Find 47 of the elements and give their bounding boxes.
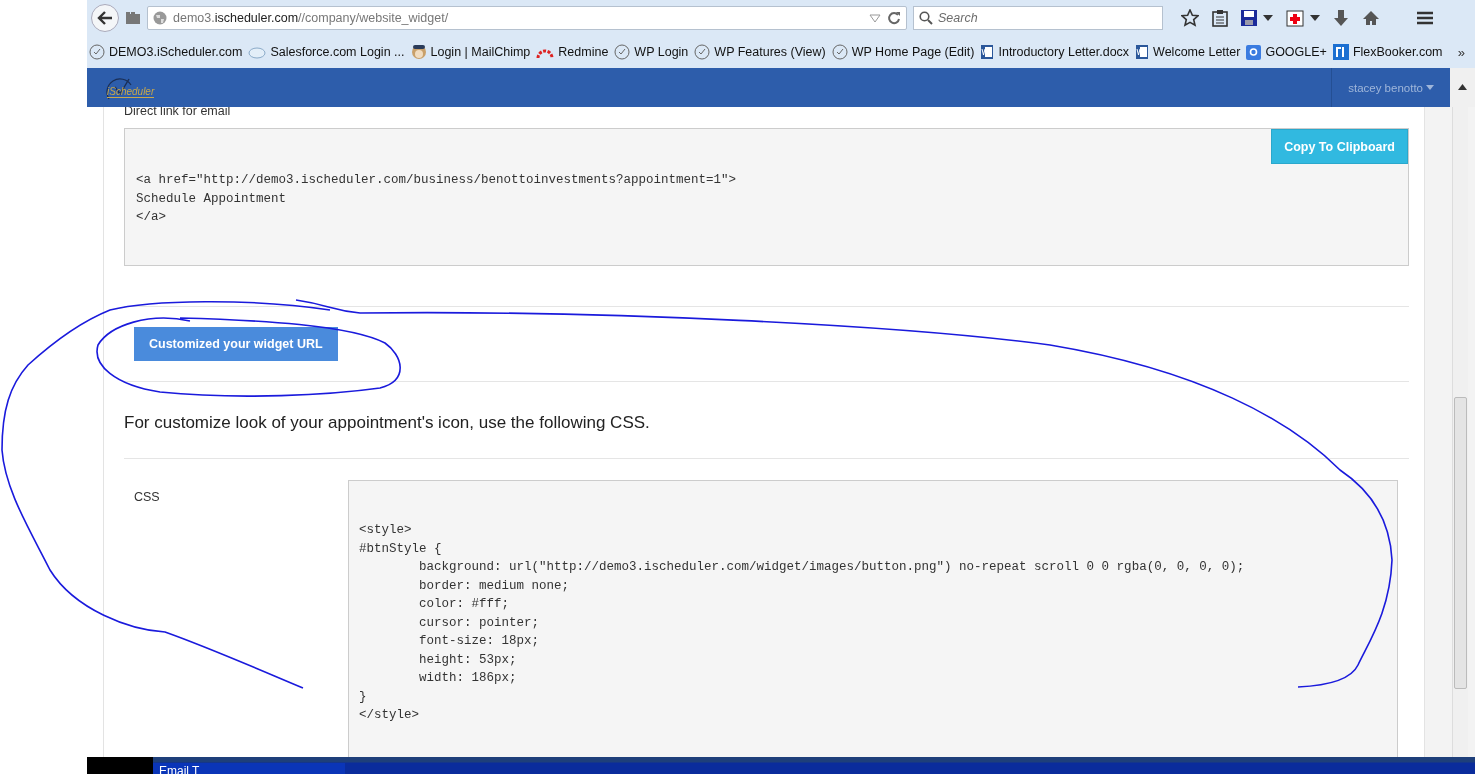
- square-logo-icon: [1332, 44, 1349, 60]
- home-icon[interactable]: [1362, 10, 1380, 26]
- bookmark-item[interactable]: WP Login: [614, 44, 689, 60]
- first-aid-kit-icon[interactable]: [1286, 9, 1304, 27]
- section-heading: For customize look of your appointment's icon, use the following CSS.: [124, 412, 651, 434]
- globe-icon: [153, 11, 167, 25]
- cloud-icon: [248, 45, 267, 59]
- star-icon[interactable]: [1181, 9, 1199, 27]
- taskbar-start-area: [87, 757, 153, 774]
- scroll-up-arrow-icon[interactable]: [1458, 84, 1467, 90]
- app-tile-icon: [1246, 44, 1262, 60]
- caret-icon[interactable]: [1263, 15, 1273, 21]
- dropdown-triangle-icon[interactable]: [869, 13, 881, 23]
- clock-icon: [831, 44, 848, 60]
- monkey-face-icon: [410, 44, 427, 60]
- reload-icon[interactable]: [887, 11, 901, 25]
- bookmark-item[interactable]: Redmine: [536, 45, 609, 59]
- clipboard-list-icon[interactable]: [1212, 9, 1228, 27]
- tab-grid-icon[interactable]: [125, 11, 141, 25]
- document-icon: [980, 44, 995, 60]
- clock-icon: [614, 44, 631, 60]
- bookmark-item[interactable]: Salesforce.com Login ...: [248, 45, 405, 59]
- bookmarks-overflow-button[interactable]: »: [1457, 44, 1473, 60]
- clock-icon: [89, 44, 105, 60]
- bookmark-item[interactable]: WP Features (View): [694, 44, 826, 60]
- bookmark-item[interactable]: GOOGLE+: [1246, 44, 1327, 60]
- url-field[interactable]: demo3.ischeduler.com//company/website_widget/: [147, 6, 907, 30]
- document-icon: [1135, 44, 1150, 60]
- caret-icon: [1426, 85, 1434, 90]
- back-button[interactable]: [91, 4, 119, 32]
- search-field[interactable]: Search: [913, 6, 1163, 30]
- bookmark-item[interactable]: Introductory Letter.docx: [980, 44, 1130, 60]
- bookmark-item[interactable]: Login | MailChimp: [410, 44, 531, 60]
- search-icon: [919, 11, 933, 25]
- bookmark-item[interactable]: FlexBooker.com: [1332, 44, 1443, 60]
- code-text: <a href="http://demo3.ischeduler.com/business/benottoinvestments?appointment=1"> Schedule Appointment </a>: [136, 172, 738, 226]
- left-arrow-icon: [97, 11, 113, 25]
- caret-icon[interactable]: [1310, 15, 1320, 21]
- download-arrow-icon[interactable]: [1333, 9, 1349, 27]
- clock-icon: [694, 44, 711, 60]
- logo-text: iScheduler: [107, 85, 155, 98]
- code-text: <style> #btnStyle { background: url("http://demo3.ischeduler.com/widget/images/button.png") no-repeat scroll 0 0 rgba(0, 0, 0, 0); border: medium none; color: #fff; cursor: pointer; font-size: 18px; height: 53px; width: 186px; } </style>: [359, 522, 1246, 724]
- bookmark-item[interactable]: DEMO3.iScheduler.com: [89, 44, 243, 60]
- bookmark-item[interactable]: Welcome Letter: [1135, 44, 1241, 60]
- menu-icon[interactable]: [1416, 11, 1434, 25]
- field-label: CSS: [133, 489, 161, 506]
- bookmark-item[interactable]: WP Home Page (Edit): [831, 44, 975, 60]
